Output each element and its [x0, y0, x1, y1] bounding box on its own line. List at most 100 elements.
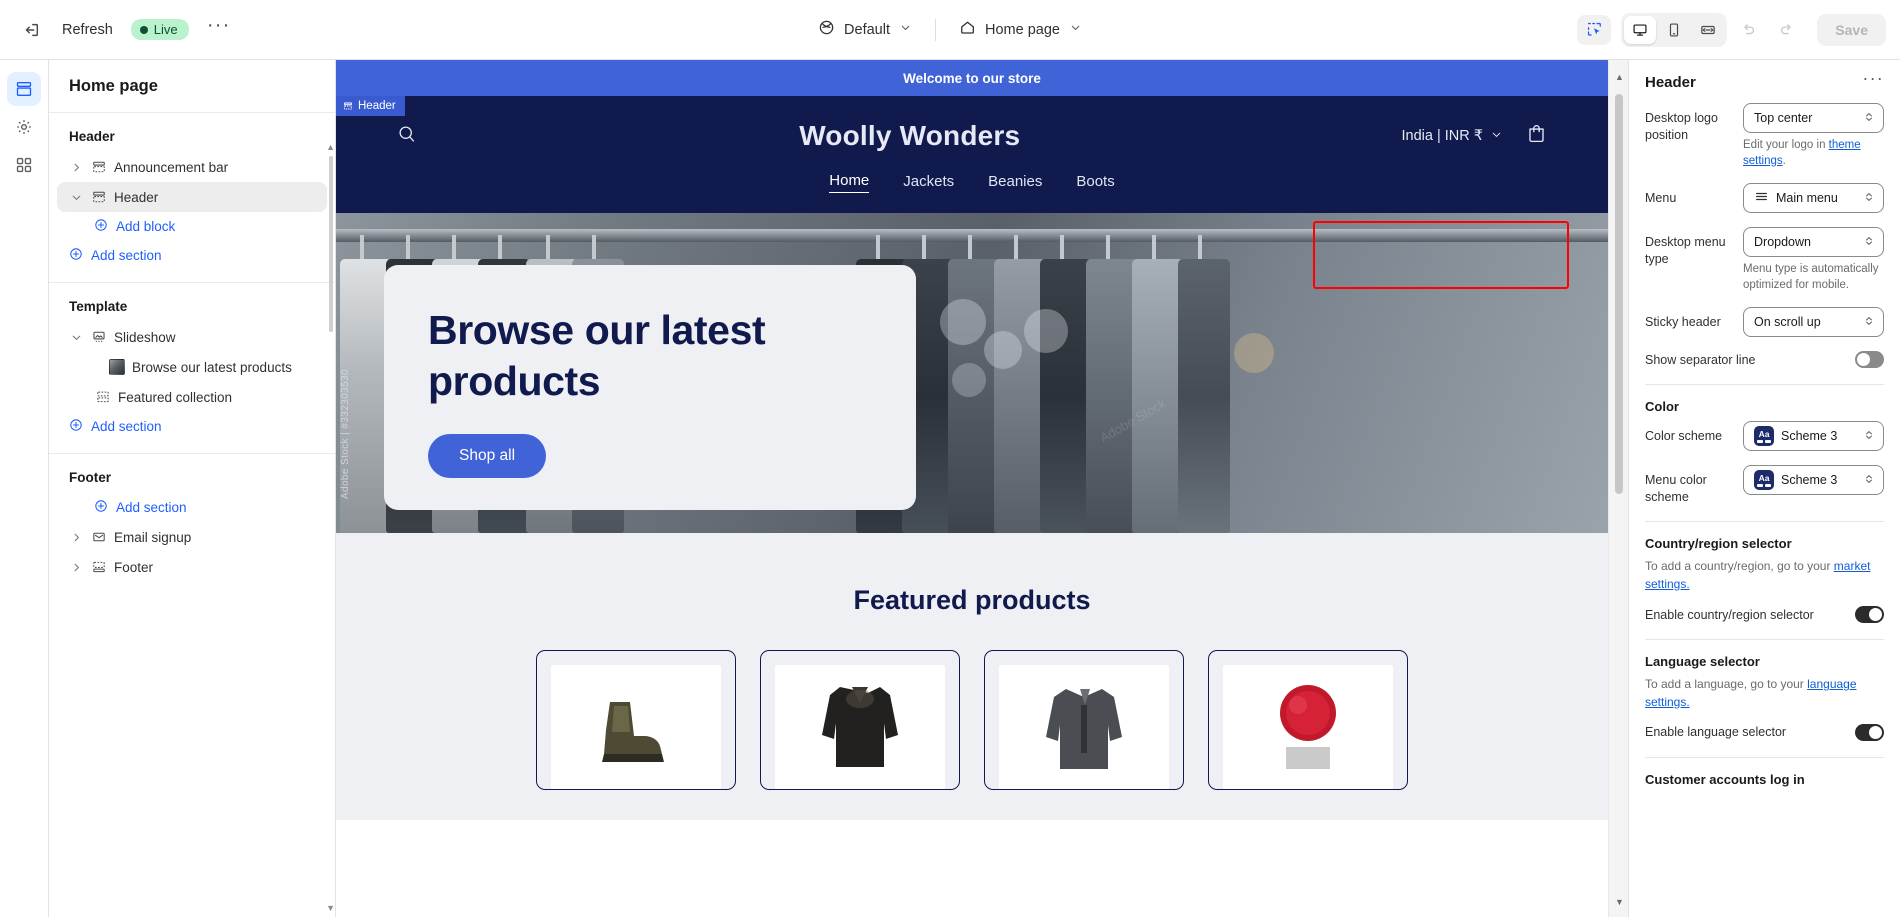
- menu-select[interactable]: Main menu: [1743, 183, 1884, 214]
- select-pointer-icon[interactable]: [1577, 14, 1612, 45]
- announcement-bar[interactable]: Welcome to our store Header: [336, 60, 1608, 116]
- featured-collection-section[interactable]: Featured products: [336, 533, 1608, 820]
- select-value: Top center: [1754, 111, 1813, 125]
- chevron-right-icon[interactable]: [69, 562, 83, 573]
- field-control: Top center Edit your logo in theme setti…: [1743, 103, 1884, 169]
- sidebar-group-header: Header Announcement bar Header Add block…: [49, 112, 335, 282]
- desktop-menu-type-helper: Menu type is automatically optimized for…: [1743, 263, 1879, 292]
- sidebar-item-footer[interactable]: Footer: [57, 552, 327, 582]
- row-enable-language-selector: Enable language selector: [1645, 723, 1884, 741]
- field-label: Desktop logo position: [1645, 111, 1718, 142]
- product-grid: [336, 650, 1608, 790]
- scroll-down-arrow-icon[interactable]: ▼: [1615, 897, 1624, 907]
- description-text: To add a country/region, go to your: [1645, 559, 1834, 574]
- enable-language-selector-toggle[interactable]: [1855, 723, 1884, 741]
- field-control: Dropdown Menu type is automatically opti…: [1743, 227, 1884, 293]
- undo-icon[interactable]: [1731, 14, 1765, 46]
- sidebar-item-slideshow[interactable]: Slideshow: [57, 322, 327, 352]
- preview-scrollbar-thumb[interactable]: [1615, 94, 1623, 494]
- shop-all-button[interactable]: Shop all: [428, 433, 547, 478]
- page-selector[interactable]: Home page: [948, 13, 1093, 46]
- nav-link-boots[interactable]: Boots: [1076, 173, 1114, 193]
- desktop-menu-type-select[interactable]: Dropdown: [1743, 227, 1884, 258]
- nav-link-beanies[interactable]: Beanies: [988, 173, 1042, 193]
- divider: [1645, 756, 1884, 758]
- sidebar-scroll-area: ▲ ▼ Header Announcement bar Header Add b…: [49, 112, 335, 917]
- sidebar-item-announcement-bar[interactable]: Announcement bar: [57, 152, 327, 182]
- theme-selector[interactable]: Default: [807, 13, 923, 46]
- search-icon[interactable]: [396, 123, 418, 150]
- field-control: Main menu: [1743, 183, 1884, 214]
- desktop-logo-position-select[interactable]: Top center: [1743, 103, 1884, 133]
- field-sticky-header: Sticky header On scroll up: [1645, 307, 1884, 338]
- preview-scrollbar-track[interactable]: ▲ ▼: [1608, 60, 1628, 917]
- field-color-scheme: Color scheme Aa Scheme 3: [1645, 421, 1884, 452]
- exit-icon[interactable]: [14, 13, 48, 47]
- hero-content-card[interactable]: Browse our latest products Shop all: [384, 265, 916, 510]
- chevron-right-icon[interactable]: [69, 162, 83, 173]
- redo-icon[interactable]: [1769, 14, 1803, 46]
- save-button[interactable]: Save: [1817, 13, 1886, 46]
- helper-text-pre: Edit your logo in: [1743, 139, 1829, 151]
- store-logo[interactable]: Woolly Wonders: [418, 120, 1402, 152]
- add-section-button-template[interactable]: Add section: [57, 412, 327, 441]
- field-label: Menu color scheme: [1645, 473, 1707, 504]
- description-text: To add a language, go to your: [1645, 677, 1808, 692]
- color-scheme-select[interactable]: Aa Scheme 3: [1743, 421, 1884, 452]
- field-label: Color scheme: [1645, 429, 1723, 444]
- left-icon-rail: [0, 60, 49, 917]
- country-region-heading: Country/region selector: [1645, 536, 1792, 552]
- settings-gear-icon[interactable]: [7, 110, 41, 144]
- enable-country-region-toggle[interactable]: [1855, 606, 1884, 624]
- country-currency-selector[interactable]: India | INR ₹: [1402, 128, 1504, 145]
- scroll-up-arrow-icon[interactable]: ▲: [1615, 72, 1624, 82]
- store-preview-frame[interactable]: Welcome to our store Header Woolly Wonde…: [336, 60, 1608, 917]
- language-selector-description: To add a language, go to your language s…: [1645, 676, 1884, 711]
- sidebar-item-header[interactable]: Header: [57, 182, 327, 212]
- settings-more-button[interactable]: ···: [1862, 69, 1884, 89]
- show-separator-line-toggle[interactable]: [1855, 351, 1884, 369]
- chevron-down-icon[interactable]: [69, 332, 83, 343]
- fullwidth-view-button[interactable]: [1692, 16, 1724, 44]
- hero-slideshow[interactable]: Adobe Stock Adobe Stock Adobe Stock | #3…: [336, 213, 1608, 533]
- sidebar-item-browse-our-latest-products[interactable]: Browse our latest products: [57, 352, 327, 382]
- country-currency-label: India | INR ₹: [1401, 128, 1484, 144]
- divider: [1645, 384, 1884, 386]
- cart-icon[interactable]: [1525, 122, 1548, 150]
- refresh-button[interactable]: Refresh: [52, 16, 123, 44]
- add-section-button-footer[interactable]: Add section: [57, 493, 327, 522]
- scroll-up-arrow-icon[interactable]: ▲: [326, 142, 335, 152]
- sections-icon[interactable]: [7, 72, 41, 106]
- sticky-header-select[interactable]: On scroll up: [1743, 307, 1884, 338]
- field-label: Menu: [1645, 191, 1677, 206]
- chevron-right-icon[interactable]: [69, 532, 83, 543]
- nav-link-jackets[interactable]: Jackets: [903, 173, 954, 193]
- sidebar-item-featured-collection[interactable]: Featured collection: [57, 382, 327, 412]
- add-block-button[interactable]: Add block: [57, 212, 327, 241]
- color-section-heading: Color: [1645, 399, 1679, 415]
- product-card-boots[interactable]: [536, 650, 736, 790]
- nav-link-home[interactable]: Home: [829, 172, 870, 193]
- add-section-button-header[interactable]: Add section: [57, 241, 327, 270]
- sidebar-item-label: Featured collection: [118, 389, 233, 405]
- product-card-red-pompom-beanie[interactable]: [1208, 650, 1408, 790]
- sections-sidebar: Home page ▲ ▼ Header Announcement bar He…: [49, 60, 336, 917]
- settings-panel: Header ··· Desktop logo position Top cen…: [1628, 60, 1900, 917]
- chevron-updown-icon: [1863, 235, 1875, 250]
- scroll-down-arrow-icon[interactable]: ▼: [326, 903, 335, 913]
- toolbar-right-group: Save: [1577, 12, 1886, 47]
- sidebar-item-label: Announcement bar: [114, 159, 229, 175]
- sidebar-item-email-signup[interactable]: Email signup: [57, 522, 327, 552]
- product-card-jacket[interactable]: [760, 650, 960, 790]
- product-card-grey-jacket[interactable]: [984, 650, 1184, 790]
- desktop-view-button[interactable]: [1624, 15, 1657, 44]
- menu-color-scheme-select[interactable]: Aa Scheme 3: [1743, 465, 1884, 496]
- plus-circle-icon: [94, 218, 108, 235]
- select-value: Scheme 3: [1781, 473, 1838, 488]
- sidebar-scrollbar[interactable]: [329, 156, 333, 332]
- chevron-down-icon[interactable]: [69, 192, 83, 203]
- apps-blocks-icon[interactable]: [7, 148, 41, 182]
- section-icon: [90, 190, 107, 204]
- more-options-button[interactable]: ···: [203, 14, 235, 46]
- mobile-view-button[interactable]: [1658, 16, 1690, 44]
